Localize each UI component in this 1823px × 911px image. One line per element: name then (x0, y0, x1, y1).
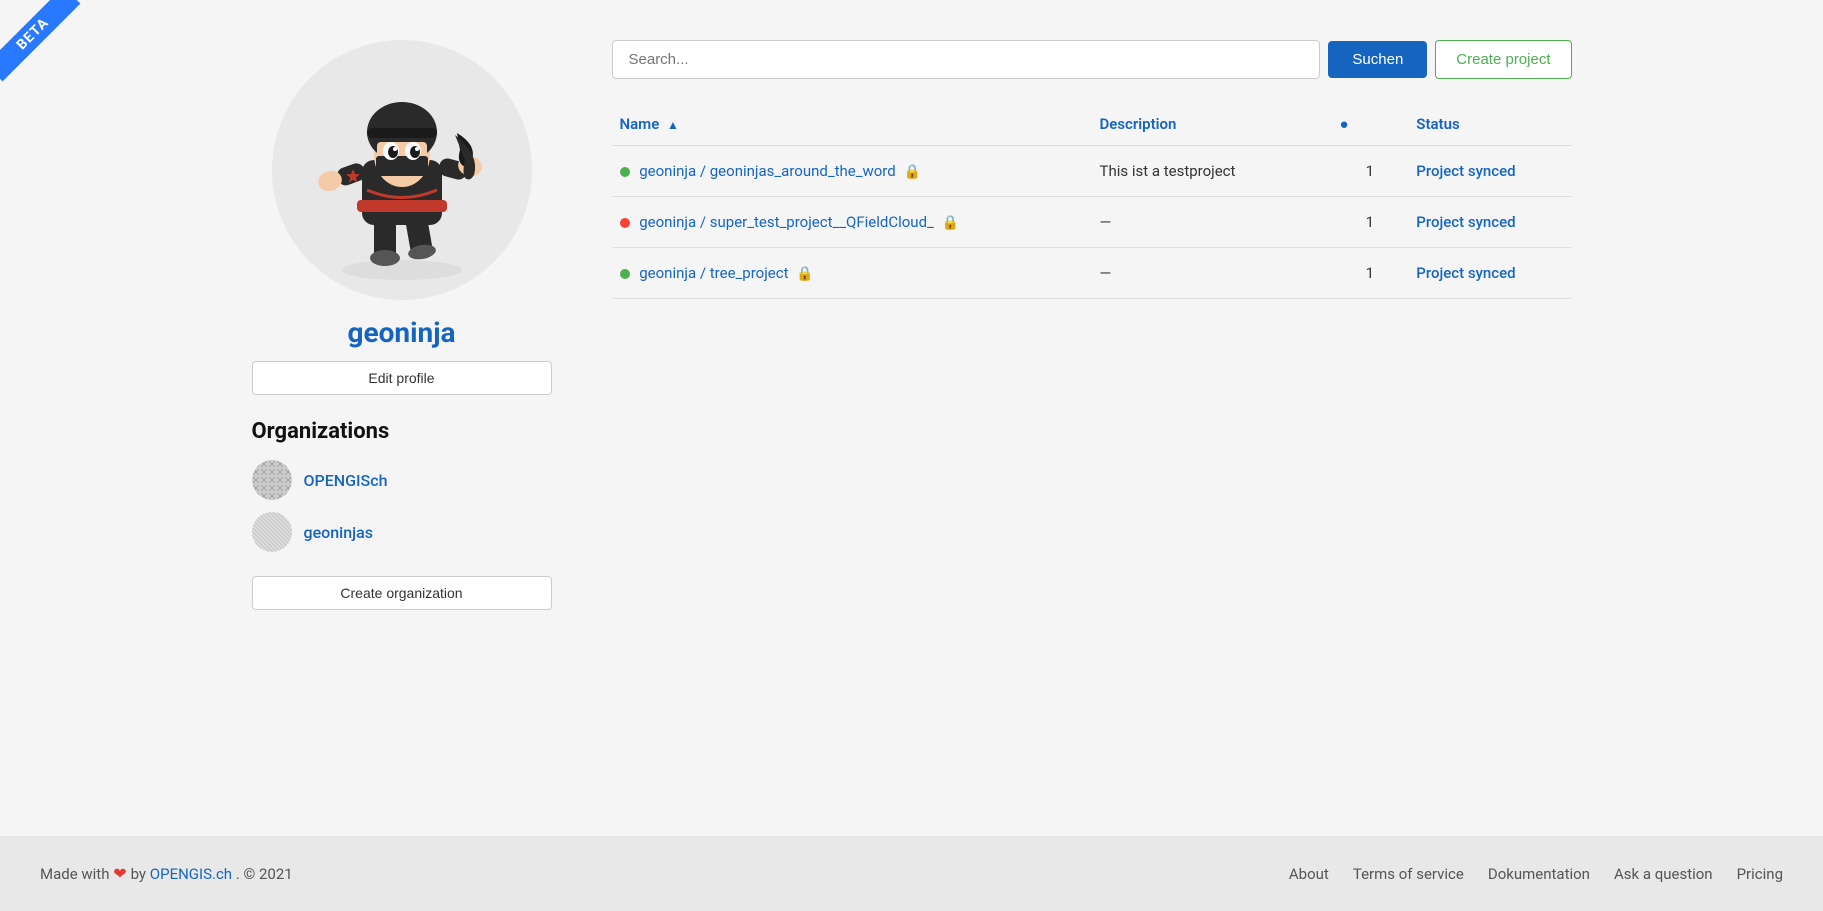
project-name-cell: geoninja / super_test_project__QFieldClo… (612, 197, 1092, 248)
sidebar: geoninja Edit profile Organizations OPEN… (252, 40, 552, 816)
org-item[interactable]: OPENGISch (252, 460, 552, 500)
edit-profile-button[interactable]: Edit profile (252, 361, 552, 395)
status-dot-icon (620, 218, 630, 228)
org-name-opengisch: OPENGISch (304, 471, 388, 490)
status-text: Project synced (1416, 162, 1515, 180)
lock-icon: 🔒 (903, 164, 920, 180)
project-description-cell: — (1092, 197, 1332, 248)
org-name-geoninjas: geoninjas (304, 523, 373, 542)
col-header-members: ● (1332, 103, 1409, 146)
project-link[interactable]: geoninja / tree_project (639, 264, 788, 282)
project-members-cell: 1 (1332, 146, 1409, 197)
create-project-button[interactable]: Create project (1435, 40, 1571, 79)
status-dot-icon (620, 269, 630, 279)
ninja-avatar-image (302, 60, 502, 280)
project-members-cell: 1 (1332, 197, 1409, 248)
footer-left: Made with ❤ by OPENGIS.ch . © 2021 (40, 864, 293, 883)
status-text: Project synced (1416, 264, 1515, 282)
project-status-cell: Project synced (1408, 197, 1571, 248)
person-icon: ● (1340, 115, 1349, 133)
username: geoninja (348, 316, 456, 349)
avatar (272, 40, 532, 300)
org-avatar-opengisch (252, 460, 292, 500)
lock-icon: 🔒 (796, 266, 813, 282)
project-status-cell: Project synced (1408, 146, 1571, 197)
footer-link-question[interactable]: Ask a question (1614, 865, 1713, 883)
footer-link-docs[interactable]: Dokumentation (1488, 865, 1590, 883)
sort-arrow-icon: ▲ (667, 118, 679, 132)
project-name-cell: geoninja / tree_project 🔒 (612, 248, 1092, 299)
footer-nav: About Terms of service Dokumentation Ask… (1289, 865, 1783, 883)
col-header-description[interactable]: Description (1092, 103, 1332, 146)
status-dot-icon (620, 167, 630, 177)
footer-link-terms[interactable]: Terms of service (1353, 865, 1464, 883)
project-name-cell: geoninja / geoninjas_around_the_word 🔒 (612, 146, 1092, 197)
search-input[interactable] (612, 40, 1321, 79)
footer-company-link[interactable]: OPENGIS.ch (150, 865, 232, 883)
footer-link-about[interactable]: About (1289, 865, 1329, 883)
project-description-cell: This ist a testproject (1092, 146, 1332, 197)
footer-by: by (131, 865, 146, 883)
search-bar: Suchen Create project (612, 40, 1572, 79)
project-link[interactable]: geoninja / super_test_project__QFieldClo… (639, 213, 934, 231)
org-list: OPENGISch geoninjas (252, 460, 552, 552)
search-button[interactable]: Suchen (1328, 41, 1427, 78)
table-row: geoninja / super_test_project__QFieldClo… (612, 197, 1572, 248)
lock-icon: 🔒 (942, 215, 959, 231)
content: Suchen Create project Name ▲ Description… (612, 40, 1572, 816)
footer: Made with ❤ by OPENGIS.ch . © 2021 About… (0, 836, 1823, 911)
col-header-name[interactable]: Name ▲ (612, 103, 1092, 146)
projects-table: Name ▲ Description ● Status (612, 103, 1572, 299)
beta-ribbon: BETA (0, 0, 100, 100)
beta-label: BETA (0, 0, 80, 81)
footer-made-with: Made with (40, 865, 109, 883)
status-text: Project synced (1416, 213, 1515, 231)
table-row: geoninja / tree_project 🔒 — 1 Project sy… (612, 248, 1572, 299)
project-status-cell: Project synced (1408, 248, 1571, 299)
project-members-cell: 1 (1332, 248, 1409, 299)
org-avatar-geoninjas (252, 512, 292, 552)
create-org-button[interactable]: Create organization (252, 576, 552, 610)
footer-link-pricing[interactable]: Pricing (1737, 865, 1783, 883)
footer-copyright: . © 2021 (236, 865, 293, 883)
table-row: geoninja / geoninjas_around_the_word 🔒 T… (612, 146, 1572, 197)
organizations-title: Organizations (252, 419, 552, 444)
col-header-status[interactable]: Status (1408, 103, 1571, 146)
heart-icon: ❤ (113, 864, 130, 883)
project-description-cell: — (1092, 248, 1332, 299)
org-item[interactable]: geoninjas (252, 512, 552, 552)
table-header-row: Name ▲ Description ● Status (612, 103, 1572, 146)
project-link[interactable]: geoninja / geoninjas_around_the_word (639, 162, 895, 180)
